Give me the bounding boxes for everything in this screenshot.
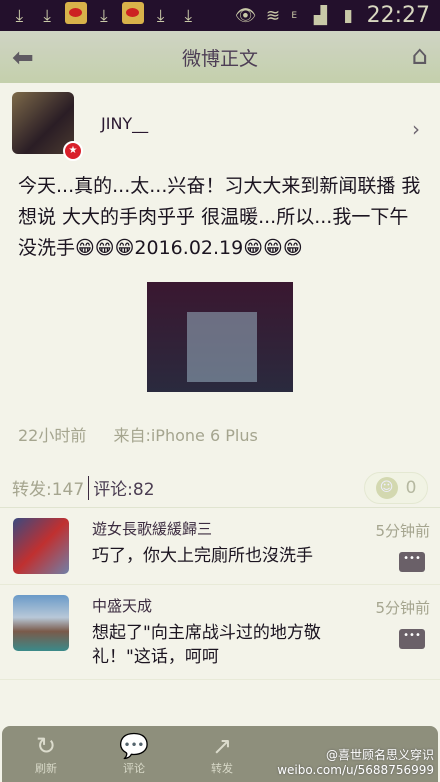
comment-time: 5分钟前 xyxy=(375,522,430,540)
user-row[interactable]: ★ JINY__ › xyxy=(0,83,440,163)
list-item[interactable]: 中盛天成 想起了"向主席战斗过的地方敬礼！"这话，呵呵 5分钟前 ••• xyxy=(0,585,440,680)
tab-comments[interactable]: 评论:82 xyxy=(93,475,154,500)
divider xyxy=(88,475,90,500)
watermark-handle: @喜世顾名思义穿识 xyxy=(325,748,434,762)
avatar[interactable] xyxy=(13,595,69,651)
avatar[interactable] xyxy=(13,518,69,574)
refresh-label: 刷新 xyxy=(35,762,57,775)
chevron-right-icon: › xyxy=(412,117,420,141)
comment-label: 评论 xyxy=(123,762,145,775)
refresh-icon: ↻ xyxy=(35,732,57,760)
signal-icon: ▟ xyxy=(313,5,327,26)
stats-bar: 转发:147 评论:82 ☺ 0 xyxy=(0,468,440,508)
reply-icon[interactable]: ••• xyxy=(399,629,425,649)
smiley-icon: ☺ xyxy=(375,476,398,499)
share-icon: ↗ xyxy=(211,732,233,760)
arrow-left-icon[interactable]: ⬅ xyxy=(12,43,34,73)
like-button[interactable]: ☺ 0 xyxy=(364,471,428,504)
weibo-icon xyxy=(65,2,88,29)
wifi-icon: ≋ xyxy=(265,5,281,26)
download-icon: ⤓ xyxy=(184,5,193,26)
avatar[interactable]: ★ xyxy=(12,92,83,161)
list-item[interactable]: 遊女長歌緩緩歸三 巧了，你大上完廁所也沒洗手 5分钟前 ••• xyxy=(0,508,440,585)
clock: 22:27 xyxy=(366,3,430,28)
download-icon: ⤓ xyxy=(100,5,108,26)
repost-label: 转发 xyxy=(211,762,233,775)
comment-text: 巧了，你大上完廁所也沒洗手 xyxy=(92,546,313,566)
refresh-button[interactable]: ↻ 刷新 xyxy=(2,726,90,782)
nav-bar: ⬅ 微博正文 ⌂ xyxy=(0,31,440,83)
comment-text: 想起了"向主席战斗过的地方敬礼！"这话，呵呵 xyxy=(92,623,321,667)
bottom-toolbar: ↻ 刷新 💬 评论 ↗ 转发 @喜世顾名思义穿识 weibo.com/u/568875… xyxy=(2,726,438,782)
download-icon: ⤓ xyxy=(43,5,51,26)
page-title: 微博正文 xyxy=(181,47,258,70)
eye-icon: 👁 xyxy=(234,5,257,26)
post-source: 来自:iPhone 6 Plus xyxy=(113,426,258,445)
network-type: E xyxy=(291,10,298,21)
comment-button[interactable]: 💬 评论 xyxy=(90,726,178,782)
post-text: 今天...真的...太...兴奋！习大大来到新闻联播 我想说 大大的手肉乎乎 很… xyxy=(18,175,421,259)
post-time: 22小时前 xyxy=(18,426,87,445)
username[interactable]: JINY__ xyxy=(101,114,148,133)
status-bar: ⤓ ⤓ ⤓ ⤓ ⤓ 👁 ≋ E ▟ ▮ 22:27 xyxy=(0,0,440,31)
repost-button[interactable]: ↗ 转发 xyxy=(178,726,266,782)
weibo-icon xyxy=(122,2,145,29)
reply-icon[interactable]: ••• xyxy=(399,552,425,572)
like-count: 0 xyxy=(405,477,417,498)
post-meta: 22小时前 来自:iPhone 6 Plus xyxy=(0,392,440,446)
home-icon[interactable]: ⌂ xyxy=(411,41,428,71)
watermark-url: weibo.com/u/5688756999 xyxy=(277,763,434,777)
comment-icon: 💬 xyxy=(119,732,149,760)
watermark: @喜世顾名思义穿识 weibo.com/u/5688756999 xyxy=(277,748,434,778)
download-icon: ⤓ xyxy=(156,5,165,26)
download-icon: ⤓ xyxy=(15,5,24,26)
battery-icon: ▮ xyxy=(343,5,353,26)
post-image[interactable] xyxy=(147,282,293,392)
comment-time: 5分钟前 xyxy=(375,599,430,617)
tab-reposts[interactable]: 转发:147 xyxy=(12,475,84,500)
verified-star-icon: ★ xyxy=(63,141,83,161)
